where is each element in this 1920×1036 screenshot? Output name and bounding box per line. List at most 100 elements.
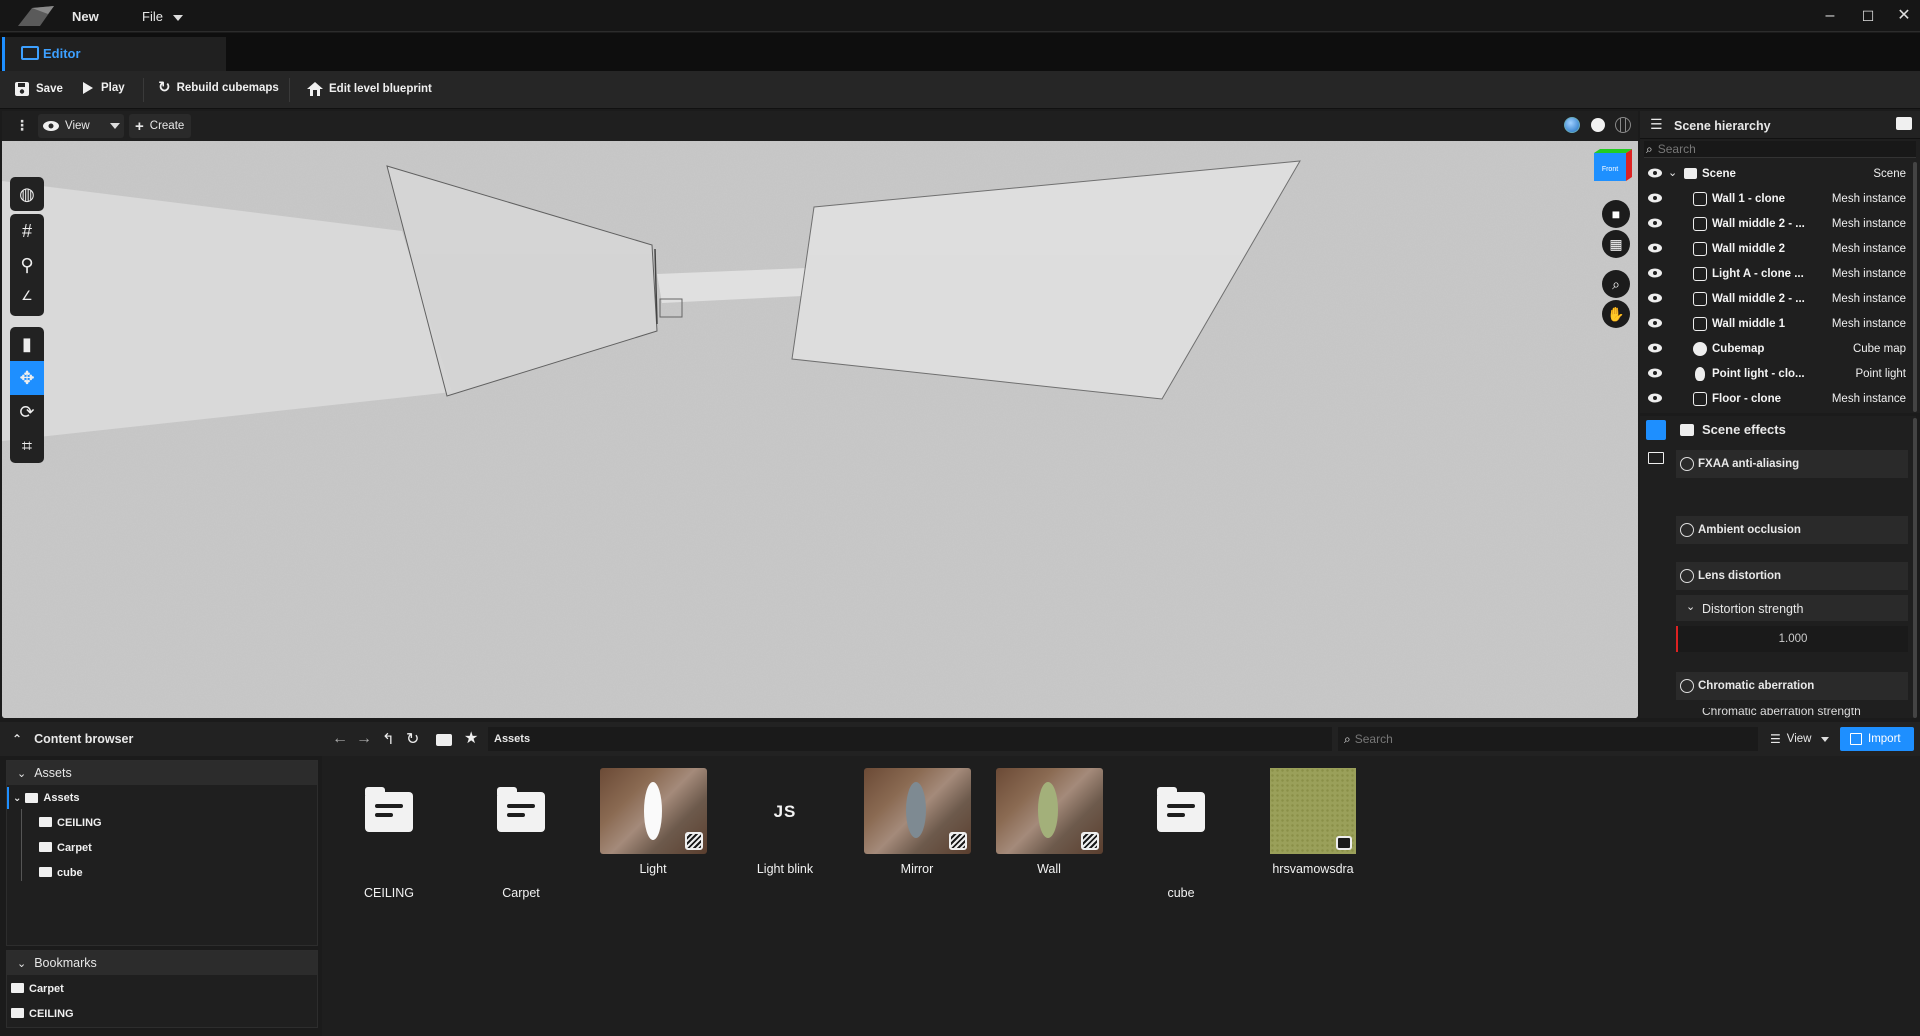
pan-hand-icon[interactable]: ✋ (1602, 300, 1630, 328)
grid-snap-icon[interactable]: # (10, 214, 44, 248)
visibility-eye-icon[interactable] (1648, 243, 1662, 253)
wrench-icon[interactable]: ⚲ (10, 248, 44, 282)
rotate-tool-icon[interactable]: ⟳ (10, 395, 44, 429)
save-button[interactable]: Save (15, 82, 63, 96)
close-window-button[interactable]: ✕ (1896, 8, 1912, 24)
distortion-strength-input[interactable]: 1.000 (1676, 626, 1908, 652)
hierarchy-row[interactable]: Wall middle 1 Mesh instance (1640, 312, 1916, 337)
hierarchy-item-type: Mesh instance (1831, 318, 1906, 330)
new-folder-icon[interactable] (1896, 117, 1912, 130)
refresh-icon[interactable]: ↻ (406, 729, 419, 749)
asset-light-blink[interactable]: JS Light blink (719, 768, 851, 876)
tree-item-carpet[interactable]: Carpet (39, 842, 92, 854)
asset-hrsvamowsdra[interactable]: hrsvamowsdra (1247, 768, 1379, 876)
hierarchy-row[interactable]: Floor - clone Mesh instance (1640, 387, 1916, 412)
hierarchy-row[interactable]: Cubemap Cube map (1640, 337, 1916, 362)
bookmark-star-icon[interactable]: ★ (464, 728, 478, 748)
chromatic-aberration-radio[interactable] (1680, 679, 1694, 693)
hierarchy-row[interactable]: Wall middle 2 - ... Mesh instance (1640, 212, 1916, 237)
bookmark-ceiling[interactable]: CEILING (11, 1008, 74, 1020)
maximize-button[interactable]: ☐ (1860, 8, 1876, 24)
lens-distortion-radio[interactable] (1680, 569, 1694, 583)
visibility-eye-icon[interactable] (1648, 168, 1662, 178)
back-arrow-icon[interactable]: ← (332, 730, 348, 748)
visibility-eye-icon[interactable] (1648, 343, 1662, 353)
chromatic-strength-row[interactable]: Chromatic aberration strength (1676, 708, 1908, 718)
asset-wall[interactable]: Wall (983, 768, 1115, 876)
effects-scrollbar[interactable] (1913, 418, 1917, 718)
asset-ceiling[interactable]: CEILING (323, 768, 455, 900)
menu-new[interactable]: New (72, 9, 99, 24)
forward-arrow-icon[interactable]: → (356, 730, 372, 748)
view-mode-dropdown[interactable]: ☰ View (1766, 727, 1838, 751)
shading-lit-icon[interactable] (1564, 117, 1580, 133)
bookmark-carpet[interactable]: Carpet (11, 983, 64, 995)
visibility-eye-icon[interactable] (1648, 268, 1662, 278)
camera-icon[interactable]: ■ (1602, 200, 1630, 228)
display-tab-icon[interactable] (1648, 452, 1664, 464)
hierarchy-menu-icon[interactable]: ☰ (1650, 116, 1663, 133)
visibility-eye-icon[interactable] (1648, 368, 1662, 378)
content-browser-title: Content browser (34, 732, 134, 746)
menu-file[interactable]: File (142, 9, 183, 24)
hierarchy-row[interactable]: Wall middle 2 - ... Mesh instance (1640, 287, 1916, 312)
globe-icon[interactable]: ◍ (10, 177, 44, 211)
new-folder-icon[interactable] (436, 734, 452, 746)
scale-tool-icon[interactable]: ⌗ (10, 429, 44, 463)
lens-distortion-toggle-row[interactable]: Lens distortion (1676, 562, 1908, 590)
up-folder-icon[interactable]: ↰ (382, 730, 395, 748)
move-tool-icon[interactable]: ✥ (10, 361, 44, 395)
visibility-eye-icon[interactable] (1648, 393, 1662, 403)
bookmarks-section-header[interactable]: ⌄ Bookmarks (7, 951, 317, 975)
asset-mirror[interactable]: Mirror (851, 768, 983, 876)
visibility-eye-icon[interactable] (1648, 193, 1662, 203)
asset-carpet[interactable]: Carpet (455, 768, 587, 900)
edit-level-blueprint-button[interactable]: Edit level blueprint (307, 82, 432, 96)
import-button[interactable]: Import (1840, 727, 1914, 751)
hierarchy-search[interactable]: ⌕ Search (1644, 141, 1916, 158)
tree-item-cube[interactable]: cube (39, 867, 83, 879)
shading-wireframe-icon[interactable] (1615, 117, 1631, 133)
asset-search-input[interactable]: ⌕ Search (1338, 727, 1758, 751)
tab-editor[interactable]: Editor (2, 37, 226, 71)
rebuild-cubemaps-button[interactable]: ↻ Rebuild cubemaps (158, 80, 279, 95)
shading-solid-icon[interactable] (1591, 118, 1605, 132)
path-breadcrumb[interactable]: Assets (488, 727, 1332, 751)
play-button[interactable]: Play (83, 82, 125, 94)
hierarchy-row[interactable]: Wall 1 - clone Mesh instance (1640, 187, 1916, 212)
scene-viewport[interactable]: ◍ # ⚲ ∠ ▮ ✥ ⟳ ⌗ Front ■ ▦ ⌕ ✋ (2, 141, 1638, 718)
hierarchy-row[interactable]: Light A - clone ... Mesh instance (1640, 262, 1916, 287)
save-icon (15, 82, 29, 96)
create-button[interactable]: + Create (129, 114, 191, 138)
assets-section-header[interactable]: ⌄ Assets (7, 761, 317, 785)
asset-light[interactable]: Light (587, 768, 719, 876)
zoom-icon[interactable]: ⌕ (1602, 270, 1630, 298)
view-dropdown[interactable]: View (38, 114, 124, 138)
scene-effects-tab-icon[interactable] (1646, 420, 1666, 440)
tree-item-ceiling[interactable]: CEILING (39, 817, 102, 829)
visibility-eye-icon[interactable] (1648, 318, 1662, 328)
angle-snap-icon[interactable]: ∠ (10, 282, 44, 316)
more-options-icon[interactable]: ⋮ (15, 118, 29, 132)
distortion-strength-row[interactable]: ⌄ Distortion strength (1676, 595, 1908, 621)
chromatic-aberration-toggle-row[interactable]: Chromatic aberration (1676, 672, 1908, 700)
chevron-up-icon[interactable]: ⌃ (12, 732, 22, 746)
hierarchy-scrollbar[interactable] (1913, 162, 1917, 412)
visibility-eye-icon[interactable] (1648, 218, 1662, 228)
mouse-select-icon[interactable]: ▮ (10, 327, 44, 361)
view-cube-gizmo[interactable]: Front (1590, 147, 1634, 187)
tree-item-assets[interactable]: ⌄ Assets (7, 787, 317, 809)
hierarchy-row[interactable]: Point light - clo... Point light (1640, 362, 1916, 387)
visibility-eye-icon[interactable] (1648, 293, 1662, 303)
minimize-button[interactable]: – (1822, 8, 1838, 24)
ambient-occlusion-toggle-row[interactable]: Ambient occlusion (1676, 516, 1908, 544)
perspective-grid-icon[interactable]: ▦ (1602, 230, 1630, 258)
chevron-down-icon[interactable]: ⌄ (1668, 166, 1677, 179)
asset-cube[interactable]: cube (1115, 768, 1247, 900)
hierarchy-row-scene[interactable]: ⌄ Scene Scene (1640, 162, 1916, 187)
asset-thumbnail (336, 787, 443, 878)
fxaa-toggle-row[interactable]: FXAA anti-aliasing (1676, 450, 1908, 478)
fxaa-radio[interactable] (1680, 457, 1694, 471)
hierarchy-row[interactable]: Wall middle 2 Mesh instance (1640, 237, 1916, 262)
ambient-occlusion-radio[interactable] (1680, 523, 1694, 537)
